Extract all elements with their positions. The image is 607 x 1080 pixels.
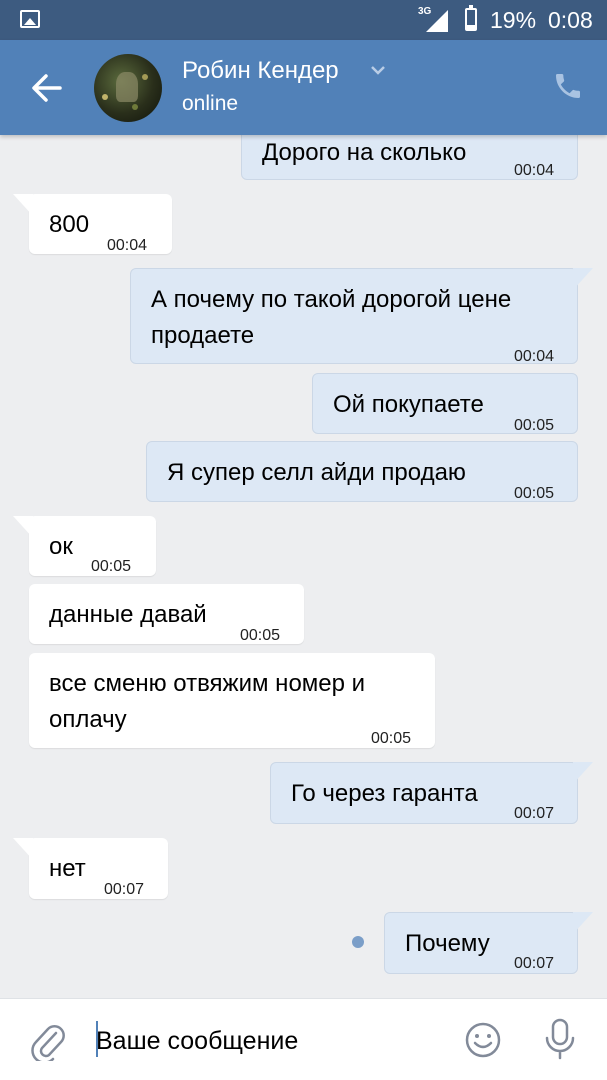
message-time: 00:05 <box>91 558 132 575</box>
message-text: А почему по такой дорогой цене продаете <box>151 286 512 349</box>
message-time: 00:04 <box>514 348 555 365</box>
chevron-down-icon[interactable] <box>370 64 386 76</box>
message-text: Почему <box>405 930 490 957</box>
message-time: 00:05 <box>371 730 412 747</box>
contact-status: online <box>182 92 239 115</box>
message-incoming[interactable]: 800 00:04 <box>13 194 172 254</box>
message-time: 00:07 <box>104 881 145 898</box>
message-text: Дорого на сколько <box>262 139 467 166</box>
message-text: Го через гаранта <box>291 780 478 807</box>
message-text: ок <box>49 533 73 560</box>
message-incoming[interactable]: нет 00:07 <box>13 838 168 899</box>
battery-percent: 19% <box>490 7 537 33</box>
message-time: 00:07 <box>514 805 555 822</box>
message-text: Я супер селл айди продаю <box>167 459 466 486</box>
message-time: 00:04 <box>514 162 555 179</box>
message-outgoing[interactable]: Почему 00:07 <box>384 912 593 974</box>
message-time: 00:05 <box>514 417 555 434</box>
bubble-tail <box>13 194 33 216</box>
signal-icon <box>426 10 448 32</box>
message-text: 800 <box>49 211 90 238</box>
unread-indicator <box>352 936 364 948</box>
message-incoming[interactable]: данные давай 00:05 <box>29 584 304 644</box>
message-input[interactable] <box>96 1023 436 1059</box>
message-text: все сменю отвяжим номер и оплачу <box>49 670 366 733</box>
message-outgoing[interactable]: Я супер селл айди продаю 00:05 <box>146 441 578 502</box>
gallery-notification-icon <box>20 10 40 28</box>
bubble-tail <box>573 912 593 934</box>
contact-name[interactable]: Робин Кендер <box>182 57 339 85</box>
message-incoming[interactable]: все сменю отвяжим номер и оплачу 00:05 <box>29 653 435 748</box>
back-arrow-icon[interactable] <box>28 70 68 106</box>
message-incoming[interactable]: ок 00:05 <box>13 516 156 576</box>
message-text: данные давай <box>49 601 207 628</box>
message-outgoing[interactable]: А почему по такой дорогой цене продаете … <box>130 268 593 365</box>
status-bar: 3G 19% 0:08 <box>0 0 607 40</box>
message-time: 00:05 <box>240 627 281 644</box>
message-outgoing[interactable]: Го через гаранта 00:07 <box>270 762 593 824</box>
clock: 0:08 <box>548 7 593 33</box>
bubble-tail <box>573 268 593 290</box>
message-time: 00:05 <box>514 485 555 502</box>
bubble-tail <box>13 516 33 538</box>
message-composer <box>0 998 607 1080</box>
microphone-icon[interactable] <box>542 1017 578 1061</box>
phone-icon[interactable] <box>552 70 584 102</box>
bubble-tail <box>13 838 33 860</box>
message-time: 00:07 <box>514 955 555 972</box>
message-text: нет <box>49 855 86 882</box>
avatar[interactable] <box>94 54 162 122</box>
message-time: 00:04 <box>107 237 148 254</box>
bubble-tail <box>573 762 593 784</box>
smile-icon[interactable] <box>464 1021 502 1059</box>
message-text: Ой покупаете <box>333 391 484 418</box>
chat-header: Робин Кендер online <box>0 40 607 135</box>
battery-icon <box>465 5 477 31</box>
message-outgoing[interactable]: Ой покупаете 00:05 <box>312 373 578 434</box>
paperclip-icon[interactable] <box>30 1021 66 1061</box>
